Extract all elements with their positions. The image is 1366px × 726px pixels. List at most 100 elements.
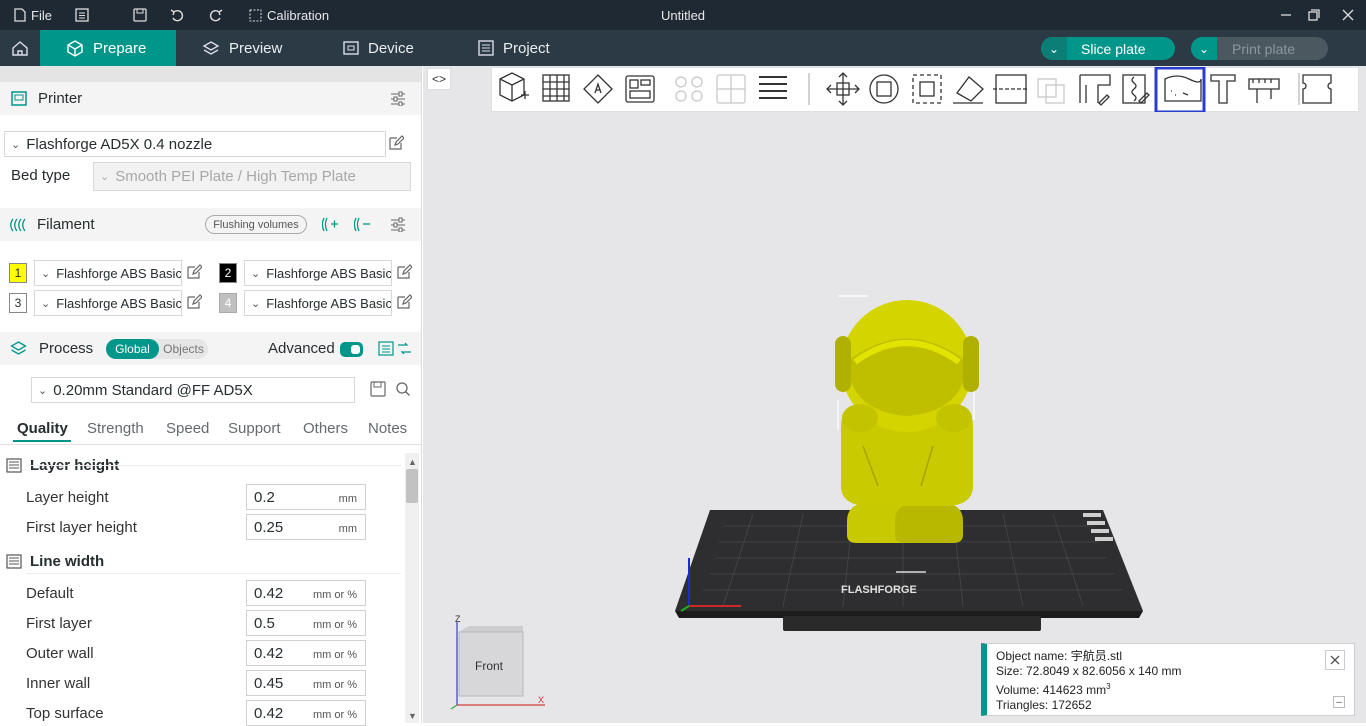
support-painting-icon[interactable] xyxy=(1079,74,1111,106)
scrollbar-thumb[interactable] xyxy=(406,469,418,503)
layer-height-input[interactable]: 0.2 mm xyxy=(246,484,366,510)
save-button[interactable] xyxy=(133,0,147,30)
3d-viewport[interactable]: FLASHFORGE <> Z X Front xyxy=(423,66,1366,723)
seam-painting-icon[interactable] xyxy=(1122,74,1150,104)
add-plate-icon[interactable] xyxy=(542,74,570,102)
filament-slot-1-swatch[interactable]: 1 xyxy=(9,263,27,283)
settings-scrollbar[interactable]: ▲ ▼ xyxy=(405,453,419,723)
edit-filament-icon[interactable] xyxy=(397,294,412,309)
line-width-inner-wall-value: 0.45 xyxy=(254,674,284,692)
line-width-top-surface-input[interactable]: 0.42 mm or % xyxy=(246,700,366,726)
edit-printer-icon[interactable] xyxy=(389,135,404,150)
line-width-default-input[interactable]: 0.42 mm or % xyxy=(246,580,366,606)
filament-slot-3-swatch[interactable]: 3 xyxy=(9,293,27,313)
tab-preview[interactable]: Preview xyxy=(202,30,282,66)
global-objects-toggle[interactable]: Global Objects xyxy=(106,339,208,359)
layers-list-icon[interactable] xyxy=(759,76,787,99)
split-parts-icon xyxy=(716,74,746,104)
home-tab[interactable] xyxy=(0,30,40,66)
filament-slot-4-swatch[interactable]: 4 xyxy=(219,293,237,313)
measure-icon[interactable] xyxy=(1248,78,1280,103)
bed-type-select[interactable]: ⌄ Smooth PEI Plate / High Temp Plate xyxy=(93,162,411,191)
assembly-icon[interactable] xyxy=(1302,74,1332,104)
redo-icon xyxy=(209,9,223,22)
filament-section-header[interactable]: Filament Flushing volumes xyxy=(0,208,421,241)
edit-filament-icon[interactable] xyxy=(397,264,412,279)
calibration-menu[interactable]: Calibration xyxy=(249,0,329,30)
objects-toggle-option[interactable]: Objects xyxy=(159,339,208,359)
slice-dropdown-icon[interactable]: ⌄ xyxy=(1041,37,1067,60)
save-preset-icon[interactable] xyxy=(370,381,386,397)
filament-slot-3-select[interactable]: ⌄ Flashforge ABS Basic xyxy=(34,290,182,316)
cube-icon xyxy=(67,39,83,57)
tab-speed[interactable]: Speed xyxy=(166,420,209,437)
slice-plate-label: Slice plate xyxy=(1081,40,1146,57)
auto-orient-icon[interactable] xyxy=(583,74,613,104)
add-object-icon[interactable] xyxy=(499,72,529,102)
rotate-icon[interactable] xyxy=(869,74,899,104)
scale-icon[interactable] xyxy=(912,74,942,104)
tab-device[interactable]: Device xyxy=(343,30,414,66)
tab-others[interactable]: Others xyxy=(303,420,348,437)
line-width-first-layer-value: 0.5 xyxy=(254,614,275,632)
advanced-toggle[interactable] xyxy=(340,342,363,357)
fuzzy-skin-icon[interactable] xyxy=(1164,75,1202,102)
view-cube[interactable]: Z X Front xyxy=(445,610,555,710)
tab-support[interactable]: Support xyxy=(228,420,281,437)
filament-slot-2-swatch[interactable]: 2 xyxy=(219,263,237,283)
slice-plate-button[interactable]: ⌄ Slice plate xyxy=(1041,37,1175,60)
volume-unit-superscript: 3 xyxy=(1106,682,1111,691)
line-width-outer-wall-input[interactable]: 0.42 mm or % xyxy=(246,640,366,666)
lay-on-face-icon[interactable] xyxy=(953,76,984,104)
printer-section-header[interactable]: Printer xyxy=(0,82,421,115)
search-icon[interactable] xyxy=(395,381,411,397)
bed-brand-text: FLASHFORGE xyxy=(841,584,917,596)
printer-select[interactable]: ⌄ Flashforge AD5X 0.4 nozzle xyxy=(4,131,386,157)
layers-icon xyxy=(202,40,220,55)
settings-sliders-icon[interactable] xyxy=(390,91,406,106)
tab-project[interactable]: Project xyxy=(478,30,550,66)
filament-slot-4-select[interactable]: ⌄ Flashforge ABS Basic xyxy=(244,290,392,316)
swap-preset-icon[interactable] xyxy=(397,341,412,356)
menu-button[interactable] xyxy=(75,0,89,30)
move-icon[interactable] xyxy=(826,72,860,106)
arrange-icon[interactable] xyxy=(625,75,655,103)
file-menu[interactable]: File xyxy=(14,0,52,30)
text-icon[interactable] xyxy=(1210,74,1236,104)
filament-slot-1-select[interactable]: ⌄ Flashforge ABS Basic xyxy=(34,260,182,286)
filament-settings-icon[interactable] xyxy=(390,217,406,232)
tab-strength[interactable]: Strength xyxy=(87,420,144,437)
tab-notes[interactable]: Notes xyxy=(368,420,407,437)
filament-slot-2-select[interactable]: ⌄ Flashforge ABS Basic xyxy=(244,260,392,286)
tab-prepare[interactable]: Prepare xyxy=(40,30,176,66)
collapse-info-button[interactable]: – xyxy=(1333,696,1345,708)
process-section-header[interactable]: Process Global Objects Advanced xyxy=(0,332,421,365)
global-toggle-option[interactable]: Global xyxy=(106,339,159,359)
line-width-group-title: Line width xyxy=(30,553,105,570)
tab-quality[interactable]: Quality xyxy=(17,420,68,437)
process-preset-select[interactable]: ⌄ 0.20mm Standard @FF AD5X xyxy=(31,377,355,403)
close-info-button[interactable] xyxy=(1325,650,1345,670)
edit-filament-icon[interactable] xyxy=(187,264,202,279)
line-width-first-layer-input[interactable]: 0.5 mm or % xyxy=(246,610,366,636)
undo-button[interactable] xyxy=(170,0,185,30)
close-button[interactable] xyxy=(1330,0,1366,30)
print-dropdown-icon[interactable]: ⌄ xyxy=(1191,37,1217,60)
view-cube-front-label[interactable]: Front xyxy=(475,659,504,673)
maximize-button[interactable] xyxy=(1296,0,1332,30)
chevron-down-icon: ⌄ xyxy=(251,267,261,280)
collapse-sidebar-button[interactable]: <> xyxy=(427,68,451,90)
print-plate-button[interactable]: ⌄ Print plate xyxy=(1191,37,1328,60)
add-filament-icon[interactable] xyxy=(322,217,339,232)
line-width-inner-wall-input[interactable]: 0.45 mm or % xyxy=(246,670,366,696)
first-layer-height-input[interactable]: 0.25 mm xyxy=(246,514,366,540)
flushing-volumes-button[interactable]: Flushing volumes xyxy=(205,215,307,234)
edit-filament-icon[interactable] xyxy=(187,294,202,309)
cut-icon[interactable] xyxy=(993,74,1029,104)
remove-filament-icon[interactable] xyxy=(354,217,371,232)
astronaut-model[interactable] xyxy=(835,295,979,573)
redo-button[interactable] xyxy=(208,0,223,30)
compare-presets-icon[interactable] xyxy=(378,341,394,356)
object-size-text: Size: 72.8049 x 82.6056 x 140 mm xyxy=(996,664,1182,678)
unit-label: mm or % xyxy=(313,649,357,661)
